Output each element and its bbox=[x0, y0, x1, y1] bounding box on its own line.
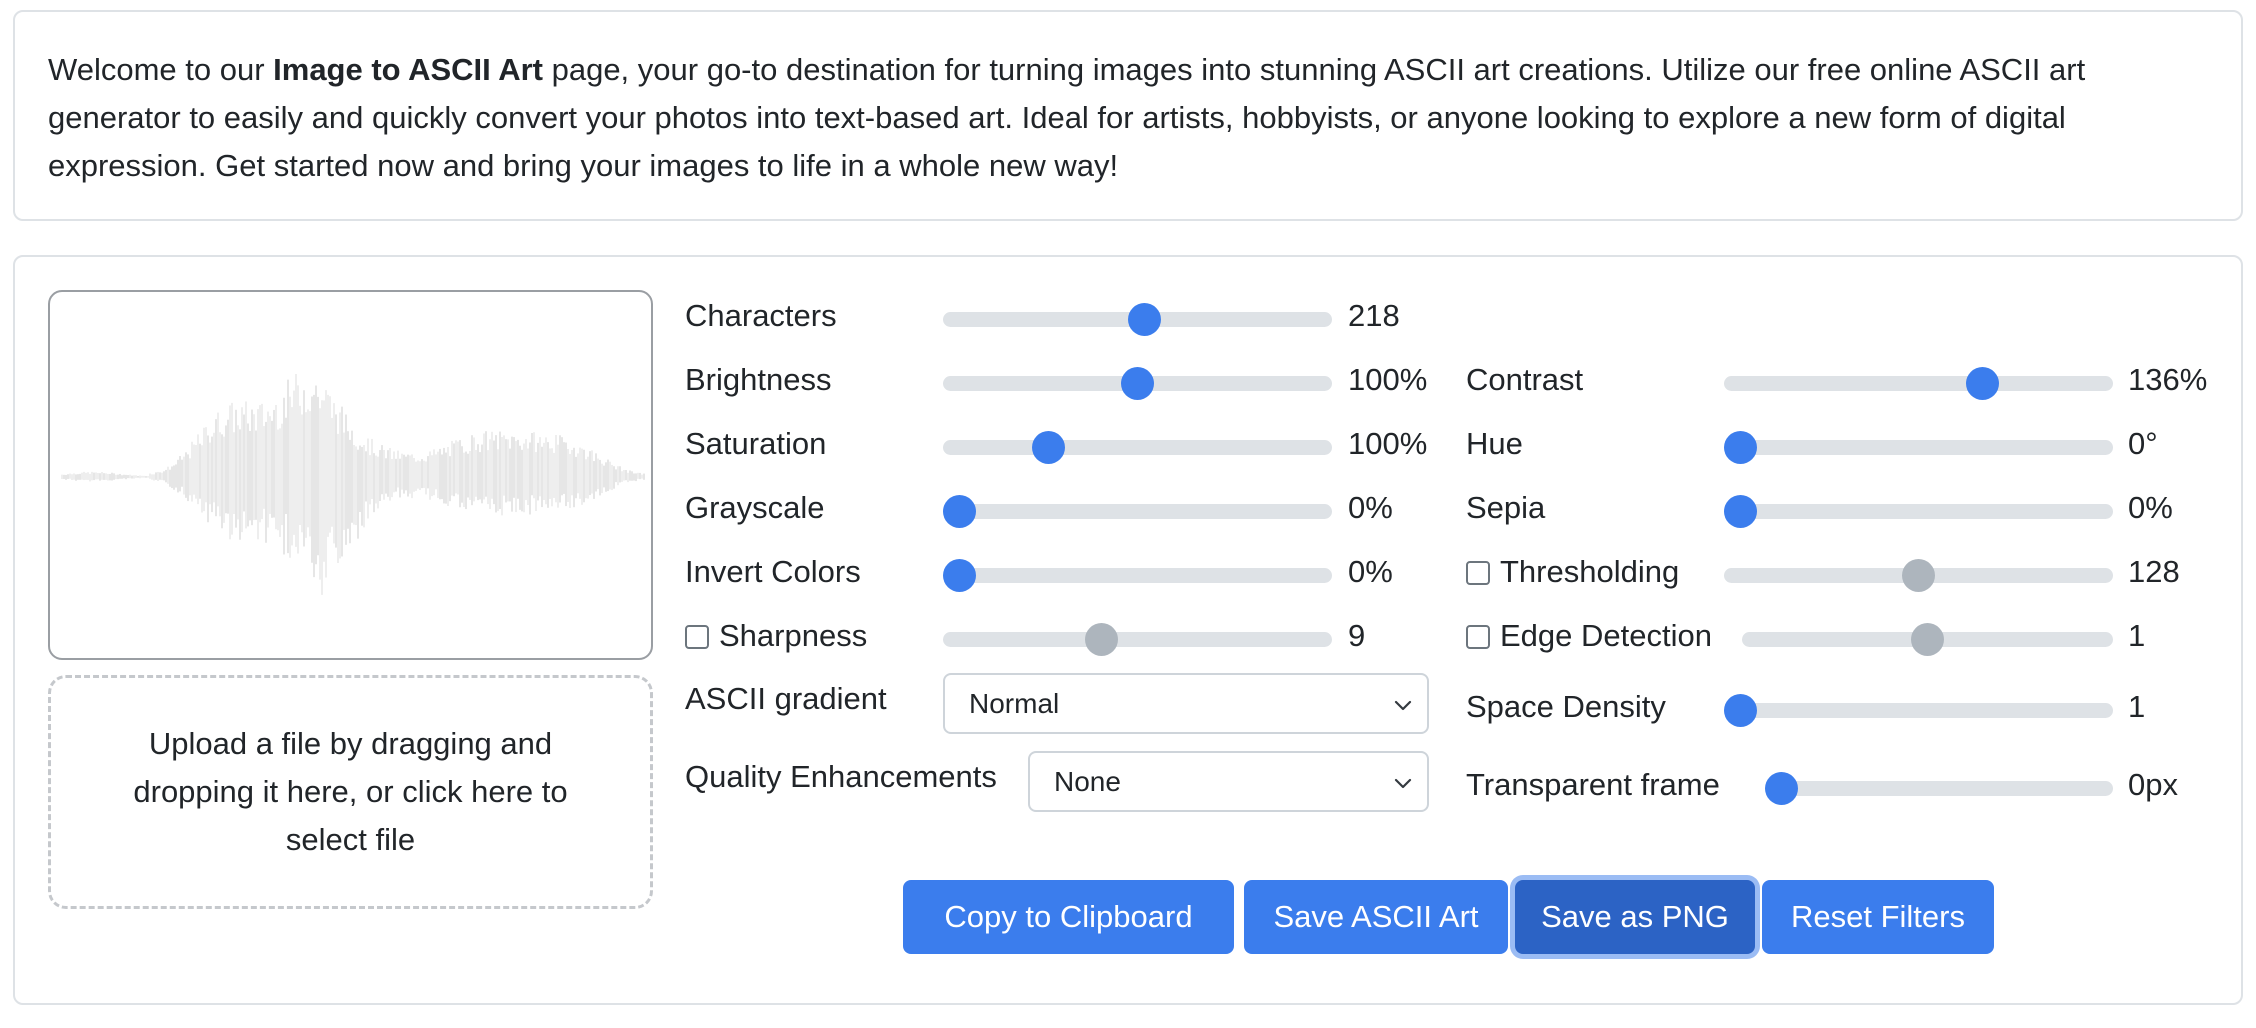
grayscale-slider[interactable] bbox=[943, 495, 1332, 528]
ascii-preview-waveform bbox=[61, 373, 645, 595]
sepia-slider-thumb[interactable] bbox=[1724, 495, 1757, 528]
hue-label: Hue bbox=[1466, 426, 1523, 461]
saturation-slider[interactable] bbox=[943, 431, 1332, 464]
quality-enhancements-label: Quality Enhancements bbox=[685, 759, 997, 794]
sepia-value: 0% bbox=[2128, 490, 2173, 525]
chevron-down-icon bbox=[1394, 700, 1412, 711]
hue-slider[interactable] bbox=[1724, 431, 2113, 464]
hue-slider-thumb[interactable] bbox=[1724, 431, 1757, 464]
invert-colors-value: 0% bbox=[1348, 554, 1393, 589]
file-dropzone[interactable]: Upload a file by dragging and dropping i… bbox=[48, 675, 653, 909]
transparent-frame-value: 0px bbox=[2128, 767, 2178, 802]
thresholding-value: 128 bbox=[2128, 554, 2180, 589]
saturation-value: 100% bbox=[1348, 426, 1428, 461]
contrast-value: 136% bbox=[2128, 362, 2208, 397]
space-density-value: 1 bbox=[2128, 689, 2146, 724]
edge-detection-checkbox[interactable] bbox=[1466, 625, 1490, 649]
characters-value: 218 bbox=[1348, 298, 1400, 333]
thresholding-label: Thresholding bbox=[1466, 554, 1679, 590]
thresholding-slider[interactable] bbox=[1724, 559, 2113, 592]
space-density-slider[interactable] bbox=[1724, 694, 2113, 727]
ascii-gradient-select[interactable]: Normal bbox=[943, 673, 1429, 734]
intro-paragraph: Welcome to our Image to ASCII Art page, … bbox=[48, 52, 2086, 183]
contrast-slider-thumb[interactable] bbox=[1966, 367, 2000, 400]
intro-bold-title: Image to ASCII Art bbox=[273, 52, 543, 87]
brightness-value: 100% bbox=[1348, 362, 1428, 397]
space-density-label: Space Density bbox=[1466, 689, 1666, 724]
sharpness-slider[interactable] bbox=[943, 623, 1332, 656]
ascii-gradient-label: ASCII gradient bbox=[685, 681, 887, 716]
grayscale-slider-thumb[interactable] bbox=[943, 495, 976, 528]
invert-colors-slider[interactable] bbox=[943, 559, 1332, 592]
characters-label: Characters bbox=[685, 298, 837, 333]
thresholding-checkbox[interactable] bbox=[1466, 561, 1490, 585]
transparent-frame-slider[interactable] bbox=[1765, 772, 2113, 805]
grayscale-value: 0% bbox=[1348, 490, 1393, 525]
tool-card: Upload a file by dragging and dropping i… bbox=[13, 255, 2243, 1005]
sharpness-slider-thumb[interactable] bbox=[1085, 623, 1119, 656]
intro-card: Welcome to our Image to ASCII Art page, … bbox=[13, 10, 2243, 221]
grayscale-label: Grayscale bbox=[685, 490, 825, 525]
saturation-slider-thumb[interactable] bbox=[1032, 431, 1065, 464]
ascii-gradient-selected: Normal bbox=[969, 687, 1060, 719]
contrast-slider[interactable] bbox=[1724, 367, 2113, 400]
invert-colors-label: Invert Colors bbox=[685, 554, 861, 589]
thresholding-slider-thumb[interactable] bbox=[1902, 559, 1935, 592]
space-density-slider-thumb[interactable] bbox=[1724, 694, 1757, 727]
contrast-label: Contrast bbox=[1466, 362, 1584, 397]
quality-enhancements-selected: None bbox=[1054, 765, 1121, 797]
quality-enhancements-select[interactable]: None bbox=[1028, 751, 1429, 812]
ascii-preview bbox=[48, 290, 653, 660]
brightness-label: Brightness bbox=[685, 362, 832, 397]
transparent-frame-label: Transparent frame bbox=[1466, 767, 1720, 802]
sharpness-checkbox[interactable] bbox=[685, 625, 709, 649]
sepia-slider[interactable] bbox=[1724, 495, 2113, 528]
sharpness-value: 9 bbox=[1348, 618, 1366, 653]
edge-detection-label: Edge Detection bbox=[1466, 618, 1712, 654]
edge-detection-slider[interactable] bbox=[1742, 623, 2113, 656]
brightness-slider-thumb[interactable] bbox=[1121, 367, 1154, 400]
chevron-down-icon bbox=[1394, 778, 1412, 789]
transparent-frame-slider-thumb[interactable] bbox=[1765, 772, 1798, 805]
edge-detection-slider-thumb[interactable] bbox=[1911, 623, 1944, 656]
saturation-label: Saturation bbox=[685, 426, 827, 461]
invert-colors-slider-thumb[interactable] bbox=[943, 559, 976, 592]
brightness-slider[interactable] bbox=[943, 367, 1332, 400]
save-ascii-art-button[interactable]: Save ASCII Art bbox=[1244, 880, 1508, 954]
sharpness-label: Sharpness bbox=[685, 618, 867, 654]
characters-slider[interactable] bbox=[943, 303, 1332, 336]
sepia-label: Sepia bbox=[1466, 490, 1546, 525]
copy-to-clipboard-button[interactable]: Copy to Clipboard bbox=[903, 880, 1234, 954]
hue-value: 0° bbox=[2128, 426, 2158, 461]
characters-slider-thumb[interactable] bbox=[1128, 303, 1162, 336]
reset-filters-button[interactable]: Reset Filters bbox=[1762, 880, 1994, 954]
edge-detection-value: 1 bbox=[2128, 618, 2146, 653]
dropzone-text: Upload a file by dragging and dropping i… bbox=[133, 726, 568, 857]
save-as-png-button[interactable]: Save as PNG bbox=[1515, 880, 1755, 954]
